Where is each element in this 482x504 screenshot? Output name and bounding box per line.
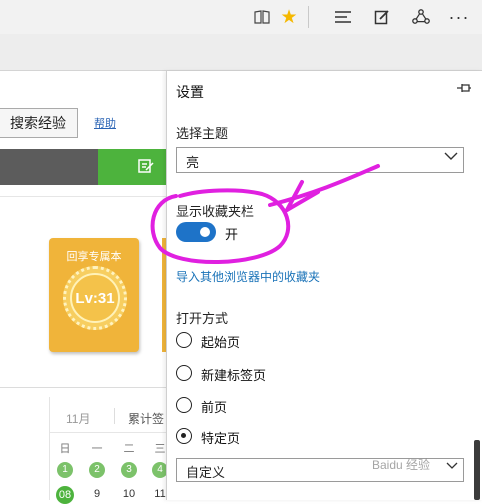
hub-icon[interactable]: [333, 7, 353, 27]
calendar-month: 11月: [66, 412, 91, 426]
theme-label: 选择主题: [176, 126, 229, 141]
theme-dropdown[interactable]: [176, 147, 464, 173]
share-icon[interactable]: [411, 7, 431, 27]
search-experience-button[interactable]: 搜索经验: [0, 108, 78, 138]
calendar-weekday: 二: [123, 443, 135, 455]
radio-label: 前页: [201, 400, 228, 415]
page-nav-bar: [0, 149, 98, 185]
more-icon[interactable]: ···: [449, 7, 469, 27]
specific-page-value: 自定义: [186, 465, 226, 480]
radio-label: 新建标签页: [201, 368, 267, 383]
calendar-cumulative-label: 累计签: [128, 412, 165, 426]
favorite-star-icon[interactable]: ★: [279, 7, 299, 28]
toggle-state-text: 开: [225, 227, 239, 242]
web-note-icon[interactable]: [372, 7, 392, 27]
calendar-day[interactable]: 10: [119, 488, 139, 500]
calendar-weekday: 一: [91, 443, 103, 455]
calendar-signed-day[interactable]: 2: [89, 462, 105, 478]
help-link[interactable]: 帮助: [94, 115, 116, 131]
calendar-signed-day[interactable]: 1: [57, 462, 73, 478]
calendar-border: [49, 397, 50, 500]
pin-icon[interactable]: [456, 82, 472, 97]
favorites-bar-toggle[interactable]: [176, 222, 216, 242]
chevron-down-icon: [444, 150, 458, 164]
calendar-separator: [114, 408, 115, 424]
calendar-signed-day[interactable]: 3: [121, 462, 137, 478]
page-divider: [0, 196, 166, 197]
calendar-today[interactable]: 08: [56, 486, 74, 504]
reading-view-icon[interactable]: [252, 7, 272, 27]
browser-toolbar: ★ ···: [0, 0, 482, 34]
scrollbar-thumb[interactable]: [474, 440, 480, 500]
book-title: 回享专属本: [66, 251, 122, 263]
chevron-down-icon: [446, 461, 458, 473]
edit-icon[interactable]: [138, 158, 156, 176]
radio-specific-page[interactable]: [176, 428, 192, 444]
watermark: Baidu 经验: [372, 458, 431, 472]
section-divider: [0, 387, 166, 388]
theme-value: 亮: [186, 155, 200, 170]
calendar-day[interactable]: 9: [87, 488, 107, 500]
book-level: Lv:31: [75, 290, 115, 307]
import-favorites-link[interactable]: 导入其他浏览器中的收藏夹: [176, 268, 320, 285]
calendar-weekday: 日: [59, 443, 71, 455]
settings-title: 设置: [176, 84, 204, 100]
calendar-header-line: [50, 432, 166, 433]
radio-label: 特定页: [201, 431, 241, 446]
radio-label: 起始页: [201, 335, 241, 350]
toggle-knob: [200, 227, 210, 237]
favorites-bar-label: 显示收藏夹栏: [176, 204, 255, 219]
radio-new-tab[interactable]: [176, 365, 192, 381]
radio-selected-dot: [181, 433, 186, 438]
open-with-label: 打开方式: [176, 311, 229, 326]
toolbar-divider: [308, 6, 309, 28]
radio-start-page[interactable]: [176, 332, 192, 348]
radio-previous-pages[interactable]: [176, 397, 192, 413]
tab-strip: [0, 34, 482, 71]
